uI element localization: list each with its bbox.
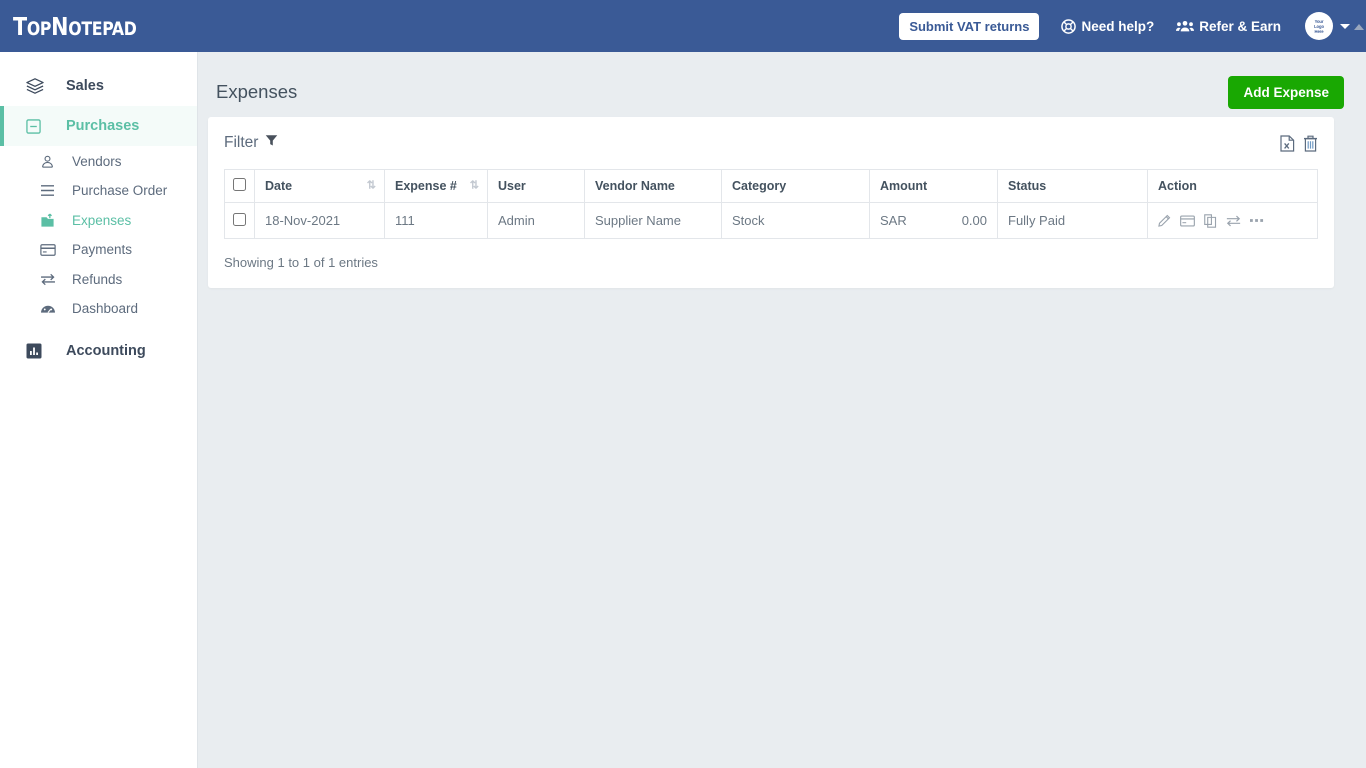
avatar-line-3: Here xyxy=(1314,28,1324,34)
table-row[interactable]: 18-Nov-2021 111 Admin Supplier Name Stoc… xyxy=(224,202,1318,239)
scroll-up-arrow-icon[interactable] xyxy=(1354,24,1364,30)
app-logo[interactable]: TOPNOTEPAD xyxy=(13,12,137,41)
sidebar-item-expenses[interactable]: Expenses xyxy=(0,206,197,235)
row-checkbox[interactable] xyxy=(233,212,246,226)
payment-card-icon[interactable] xyxy=(1180,214,1195,227)
column-label: Status xyxy=(1008,179,1047,193)
cell-vendor: Supplier Name xyxy=(584,202,722,239)
table-header: Date ⇅ Expense # ⇅ User Vendor Name Cate xyxy=(224,169,1318,203)
expense-icon xyxy=(40,213,62,228)
refer-earn-link[interactable]: Refer & Earn xyxy=(1176,19,1281,34)
sidebar: Sales Purchases Vendors Purchase Order E… xyxy=(0,52,198,768)
sidebar-item-vendors[interactable]: Vendors xyxy=(0,147,197,176)
need-help-label: Need help? xyxy=(1081,18,1155,34)
duplicate-icon[interactable] xyxy=(1204,213,1217,228)
expenses-card: Filter Date ⇅ Expense # ⇅ User Vendor Na… xyxy=(208,117,1334,288)
column-label: Amount xyxy=(880,179,928,193)
filter-label: Filter xyxy=(224,134,259,151)
card-tools xyxy=(1280,134,1318,152)
lifebuoy-icon xyxy=(1061,18,1077,34)
sidebar-item-label: Refunds xyxy=(72,271,123,287)
sort-icon: ⇅ xyxy=(469,179,479,192)
dashboard-icon xyxy=(40,302,62,315)
sidebar-item-label: Dashboard xyxy=(72,301,139,317)
sidebar-item-payments[interactable]: Payments xyxy=(0,236,197,265)
cell-amount: SAR 0.00 xyxy=(869,202,998,239)
column-label: Category xyxy=(732,179,787,193)
cell-action xyxy=(1147,202,1318,239)
exchange-icon xyxy=(40,273,62,286)
column-label: Action xyxy=(1158,179,1197,193)
chevron-down-icon[interactable] xyxy=(1340,23,1350,29)
filter-toggle[interactable]: Filter xyxy=(224,134,278,152)
cell-user: Admin xyxy=(487,202,585,239)
add-expense-button[interactable]: Add Expense xyxy=(1228,75,1344,109)
sidebar-item-purchase-order[interactable]: Purchase Order xyxy=(0,177,197,206)
sidebar-item-label: Payments xyxy=(72,242,133,258)
bar-chart-icon xyxy=(26,343,52,359)
sidebar-group-label: Accounting xyxy=(66,343,146,359)
cell-date: 18-Nov-2021 xyxy=(254,202,385,239)
sidebar-group-label: Sales xyxy=(66,78,104,94)
table-footer-info: Showing 1 to 1 of 1 entries xyxy=(224,255,378,270)
select-all-header xyxy=(224,169,255,203)
export-excel-icon[interactable] xyxy=(1280,134,1295,152)
column-header-category: Category xyxy=(721,169,870,203)
account-menu[interactable]: Your Logo Here xyxy=(1305,12,1350,40)
column-header-date[interactable]: Date ⇅ xyxy=(254,169,385,203)
refund-icon[interactable] xyxy=(1226,215,1241,227)
column-label: User xyxy=(498,179,526,193)
column-label: Date xyxy=(265,179,293,193)
table-body: 18-Nov-2021 111 Admin Supplier Name Stoc… xyxy=(224,202,1318,239)
sidebar-item-dashboard[interactable]: Dashboard xyxy=(0,295,197,324)
column-header-vendor: Vendor Name xyxy=(584,169,722,203)
sidebar-group-sales[interactable]: Sales xyxy=(0,66,197,106)
sidebar-item-label: Purchase Order xyxy=(72,183,168,199)
need-help-link[interactable]: Need help? xyxy=(1061,19,1154,34)
more-icon[interactable] xyxy=(1250,218,1264,223)
credit-card-icon xyxy=(40,243,62,256)
list-icon xyxy=(40,184,62,197)
refer-earn-label: Refer & Earn xyxy=(1199,18,1281,34)
sort-icon: ⇅ xyxy=(366,179,376,192)
row-select-cell xyxy=(224,202,255,239)
sidebar-group-label: Purchases xyxy=(66,118,140,134)
column-header-action: Action xyxy=(1147,169,1318,203)
sidebar-item-label: Expenses xyxy=(72,212,132,228)
trash-icon[interactable] xyxy=(1303,135,1318,152)
column-header-user: User xyxy=(487,169,585,203)
users-group-icon xyxy=(1176,19,1195,33)
cell-expense-no: 111 xyxy=(384,202,488,239)
funnel-icon xyxy=(265,134,278,152)
card-toolbar: Filter xyxy=(224,117,1318,169)
column-label: Expense # xyxy=(395,179,457,193)
navbar-right-group: Submit VAT returns Need help? Refer & Ea… xyxy=(899,0,1366,52)
layers-icon xyxy=(26,77,52,95)
minus-square-icon xyxy=(26,118,52,134)
select-all-checkbox[interactable] xyxy=(233,178,246,191)
page-title: Expenses xyxy=(216,81,298,102)
submit-vat-returns-button[interactable]: Submit VAT returns xyxy=(899,12,1040,40)
avatar[interactable]: Your Logo Here xyxy=(1305,12,1333,40)
page-header: Expenses Add Expense xyxy=(198,52,1366,110)
sidebar-item-refunds[interactable]: Refunds xyxy=(0,265,197,294)
user-circle-icon xyxy=(40,154,62,169)
column-header-status: Status xyxy=(997,169,1148,203)
main-content: Expenses Add Expense Filter Date ⇅ Expen… xyxy=(198,52,1366,768)
expenses-table: Date ⇅ Expense # ⇅ User Vendor Name Cate xyxy=(224,169,1318,239)
table-header-row: Date ⇅ Expense # ⇅ User Vendor Name Cate xyxy=(224,169,1318,203)
cell-category: Stock xyxy=(721,202,870,239)
sidebar-group-purchases[interactable]: Purchases xyxy=(0,106,197,146)
edit-icon[interactable] xyxy=(1158,214,1171,227)
top-navbar: TOPNOTEPAD Submit VAT returns Need help? xyxy=(0,0,1366,52)
amount-currency: SAR xyxy=(880,213,907,228)
sidebar-group-accounting[interactable]: Accounting xyxy=(0,331,197,371)
amount-value: 0.00 xyxy=(961,213,987,228)
column-header-expense-no[interactable]: Expense # ⇅ xyxy=(384,169,488,203)
column-header-amount: Amount xyxy=(869,169,998,203)
sidebar-item-label: Vendors xyxy=(72,153,122,169)
column-label: Vendor Name xyxy=(595,179,675,193)
cell-status: Fully Paid xyxy=(997,202,1148,239)
